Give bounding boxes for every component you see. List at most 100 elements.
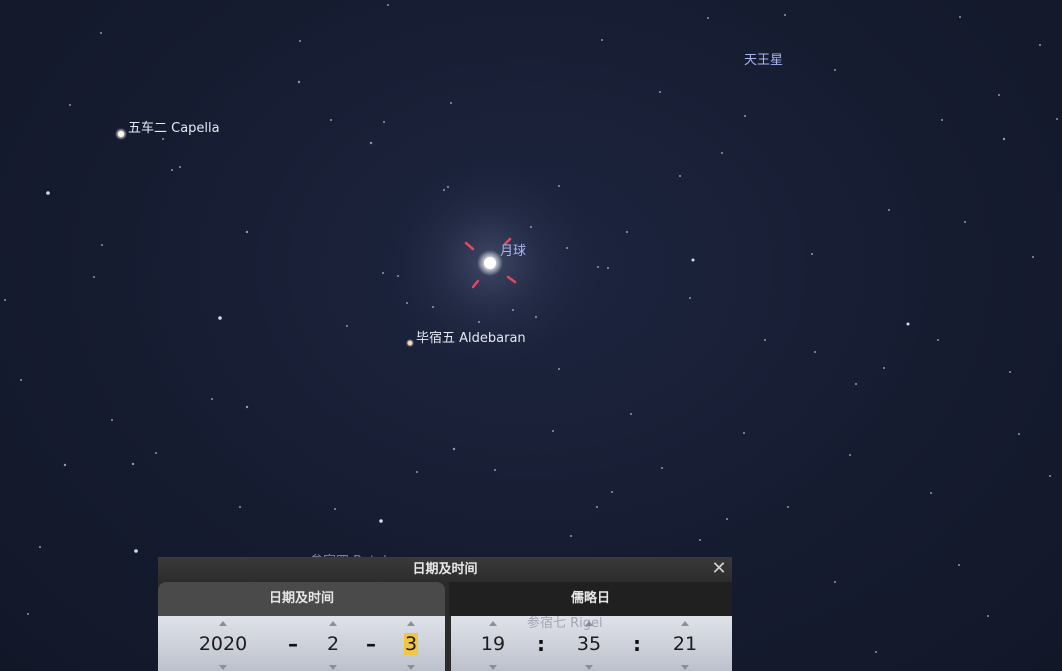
background-star — [744, 115, 746, 117]
aldebaran-label[interactable]: 毕宿五 Aldebaran — [416, 327, 526, 346]
hour-down-arrow-icon[interactable] — [489, 665, 497, 670]
background-star — [478, 321, 480, 323]
background-star — [1009, 371, 1011, 373]
background-star — [245, 405, 249, 409]
background-star — [558, 368, 560, 370]
day-spinbox[interactable]: 3 — [396, 616, 426, 671]
background-star — [607, 267, 609, 269]
year-value[interactable]: 2020 — [188, 633, 258, 655]
hour-up-arrow-icon[interactable] — [489, 621, 497, 626]
day-value[interactable]: 3 — [396, 633, 426, 655]
second-down-arrow-icon[interactable] — [681, 665, 689, 670]
tab-julian-day[interactable]: 儒略日 — [449, 582, 732, 616]
day-value-text[interactable]: 3 — [403, 633, 419, 655]
date-time-dialog: 日期及时间 ✕ 日期及时间 儒略日 2020 – 2 – 3 19 : 35:… — [158, 557, 732, 671]
background-star — [93, 276, 95, 278]
background-star — [397, 275, 399, 277]
day-up-arrow-icon[interactable] — [407, 621, 415, 626]
background-star — [597, 266, 599, 268]
background-star — [707, 17, 709, 19]
background-star — [743, 432, 745, 434]
background-star — [162, 138, 164, 140]
background-star — [512, 309, 514, 311]
month-spinbox[interactable]: 2 — [318, 616, 348, 671]
background-star — [570, 535, 572, 537]
background-star — [39, 546, 41, 548]
background-star — [101, 244, 103, 246]
background-star — [601, 39, 603, 41]
background-star — [297, 80, 301, 84]
month-up-arrow-icon[interactable] — [329, 621, 337, 626]
background-star — [964, 221, 966, 223]
date-separator: – — [288, 632, 298, 656]
aldebaran-star[interactable] — [406, 339, 414, 347]
year-up-arrow-icon[interactable] — [219, 621, 227, 626]
minute-down-arrow-icon[interactable] — [585, 665, 593, 670]
background-star — [998, 94, 1000, 96]
close-icon[interactable]: ✕ — [710, 560, 728, 578]
moon-label[interactable]: 月球 — [500, 240, 526, 259]
background-star — [941, 119, 943, 121]
background-star — [245, 230, 249, 234]
background-star — [1032, 256, 1034, 258]
background-star — [530, 226, 532, 228]
second-value[interactable]: 21 — [663, 633, 707, 655]
capella-label[interactable]: 五车二 Capella — [128, 117, 220, 136]
capella-star[interactable] — [115, 128, 127, 140]
background-star — [111, 419, 113, 421]
year-down-arrow-icon[interactable] — [219, 665, 227, 670]
dialog-title[interactable]: 日期及时间 — [158, 557, 732, 582]
background-star — [406, 302, 408, 304]
background-star — [494, 469, 496, 471]
background-star — [299, 40, 301, 42]
background-star — [834, 69, 836, 71]
second-up-arrow-icon[interactable] — [681, 621, 689, 626]
background-star — [432, 306, 434, 308]
background-star — [171, 169, 173, 171]
tab-date-time[interactable]: 日期及时间 — [158, 582, 445, 616]
background-star — [959, 16, 961, 18]
second-spinbox[interactable]: 21 — [663, 616, 707, 671]
background-star — [764, 339, 766, 341]
background-star — [787, 506, 789, 508]
uranus-label[interactable]: 天王星 — [744, 49, 783, 68]
background-star — [875, 651, 877, 653]
background-star — [689, 297, 691, 299]
background-star — [134, 549, 138, 553]
background-star — [179, 166, 181, 168]
background-star — [387, 4, 389, 6]
background-star — [369, 141, 373, 145]
background-star — [888, 209, 890, 211]
background-star — [814, 351, 816, 353]
background-star — [659, 91, 661, 93]
background-star — [330, 119, 332, 121]
background-star — [906, 322, 910, 326]
hour-value[interactable]: 19 — [471, 633, 515, 655]
background-star — [20, 379, 22, 381]
background-star — [1039, 44, 1041, 46]
year-spinbox[interactable]: 2020 — [188, 616, 258, 671]
background-star — [930, 492, 932, 494]
background-star — [834, 581, 836, 583]
month-down-arrow-icon[interactable] — [329, 665, 337, 670]
background-star — [416, 471, 418, 473]
background-star — [443, 189, 445, 191]
background-star — [379, 519, 383, 523]
day-down-arrow-icon[interactable] — [407, 665, 415, 670]
background-star — [382, 272, 384, 274]
time-separator: : — [537, 632, 545, 656]
rigel-label[interactable]: 参宿七 Rigel — [527, 612, 603, 631]
background-star — [721, 152, 723, 154]
background-star — [691, 258, 695, 262]
background-star — [661, 467, 663, 469]
background-star — [849, 454, 851, 456]
background-star — [218, 316, 222, 320]
background-star — [155, 452, 157, 454]
background-star — [784, 14, 786, 16]
background-star — [63, 463, 67, 467]
month-value[interactable]: 2 — [318, 633, 348, 655]
background-star — [1056, 118, 1058, 120]
background-star — [452, 447, 456, 451]
minute-value[interactable]: 35 — [567, 633, 611, 655]
hour-spinbox[interactable]: 19 — [471, 616, 515, 671]
